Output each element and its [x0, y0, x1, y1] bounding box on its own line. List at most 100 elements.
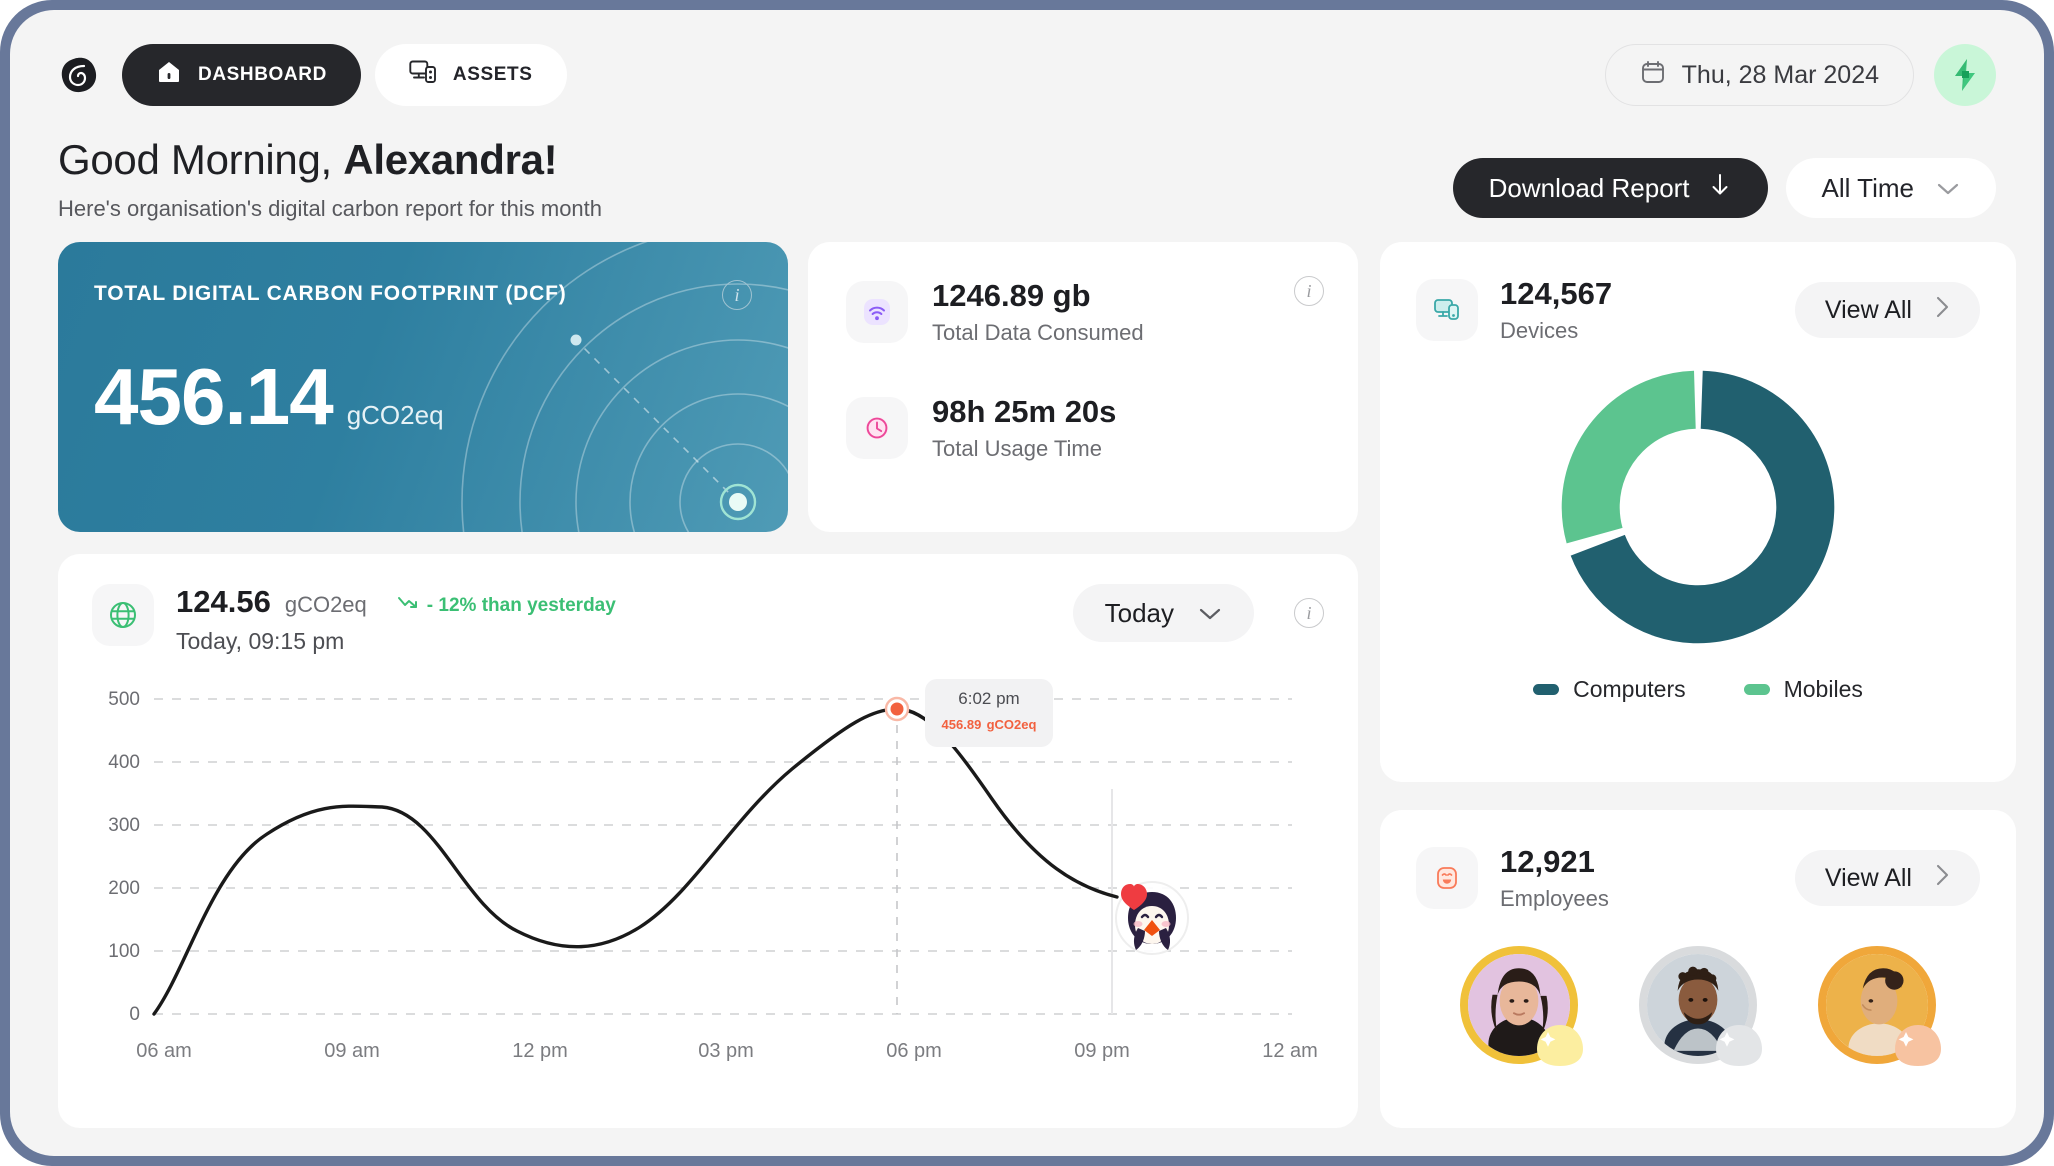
nav-label-assets: ASSETS: [452, 64, 533, 85]
chevron-down-icon: [1198, 598, 1222, 629]
date-picker-pill[interactable]: Thu, 28 Mar 2024: [1604, 44, 1914, 106]
app-window: DASHBOARD ASSETS Thu, 28 Mar 2024 Good M…: [10, 10, 2044, 1156]
dcf-value-group: 456.14 gCO2eq: [94, 357, 444, 437]
avatar-badge-icon: [1892, 1020, 1944, 1070]
dcf-value: 456.14: [94, 352, 334, 441]
chart-tooltip: 6:02 pm 456.89 gCO2eq: [925, 679, 1053, 747]
svg-text:09 am: 09 am: [324, 1040, 380, 1062]
trend-delta: - 12% than yesterday: [397, 594, 616, 618]
trend-timestamp: Today, 09:15 pm: [176, 628, 345, 654]
device-frame: DASHBOARD ASSETS Thu, 28 Mar 2024 Good M…: [0, 0, 2054, 1166]
carbon-trend-header: 124.56 gCO2eq - 12% than yesterday Today…: [92, 584, 1324, 655]
trend-value: 124.56: [176, 584, 271, 619]
info-icon[interactable]: i: [1294, 276, 1324, 306]
home-icon: [156, 59, 182, 91]
svg-text:300: 300: [108, 815, 140, 836]
devices-view-all-label: View All: [1824, 295, 1912, 324]
total-dcf-card: TOTAL DIGITAL CARBON FOOTPRINT (DCF) 456…: [58, 242, 788, 532]
stat-value: 1246.89 gb: [932, 278, 1091, 313]
dcf-unit: gCO2eq: [346, 400, 444, 430]
dcf-label: TOTAL DIGITAL CARBON FOOTPRINT (DCF): [94, 282, 567, 305]
penguin-heart-avatar-icon[interactable]: [1100, 866, 1196, 962]
greeting-prefix: Good Morning,: [58, 136, 344, 183]
svg-text:500: 500: [108, 689, 140, 710]
nav-item-assets[interactable]: ASSETS: [374, 44, 567, 106]
devices-count: 124,567: [1500, 276, 1613, 311]
arrow-down-icon: [1708, 172, 1732, 205]
time-range-value: All Time: [1821, 172, 1914, 203]
time-range-select[interactable]: All Time: [1785, 158, 1996, 218]
globe-icon: [92, 584, 154, 646]
svg-text:12 am: 12 am: [1262, 1040, 1318, 1062]
devices-view-all-button[interactable]: View All: [1794, 282, 1980, 338]
chevron-right-icon: [1934, 295, 1950, 326]
svg-text:12 pm: 12 pm: [512, 1040, 568, 1062]
nav-item-dashboard[interactable]: DASHBOARD: [122, 44, 361, 106]
trend-unit: gCO2eq: [284, 592, 367, 617]
employees-view-all-label: View All: [1824, 863, 1912, 892]
tooltip-unit: gCO2eq: [986, 717, 1037, 732]
download-report-button[interactable]: Download Report: [1452, 158, 1768, 218]
svg-text:0: 0: [129, 1004, 140, 1025]
employees-label: Employees: [1500, 886, 1609, 911]
avatar[interactable]: [1638, 946, 1762, 1066]
chart-range-value: Today: [1104, 597, 1174, 628]
stat-label: Total Usage Time: [932, 436, 1102, 461]
assets-monitor-icon: [409, 59, 437, 91]
svg-text:200: 200: [108, 878, 140, 899]
trend-delta-label: - 12% than yesterday: [426, 595, 616, 616]
device-monitor-icon: [1416, 279, 1478, 341]
devices-card: 124,567 Devices View All Computers Mobil…: [1380, 242, 2016, 782]
employees-card: 12,921 Employees View All: [1380, 810, 2016, 1128]
stat-row-data-consumed: 1246.89 gb Total Data Consumed: [846, 278, 1320, 346]
legend-label-mobiles: Mobiles: [1783, 676, 1863, 702]
greeting-name: Alexandra!: [343, 136, 558, 183]
legend-swatch-mobiles: [1743, 684, 1770, 695]
legend-swatch-computers: [1533, 684, 1560, 695]
carbon-trend-card: 124.56 gCO2eq - 12% than yesterday Today…: [58, 554, 1358, 1128]
top-navigation-bar: DASHBOARD ASSETS Thu, 28 Mar 2024: [58, 42, 1996, 108]
tooltip-time: 6:02 pm: [958, 689, 1020, 708]
calendar-icon: [1640, 59, 1666, 92]
stat-label: Total Data Consumed: [932, 320, 1144, 345]
lightning-bolt-icon[interactable]: [1934, 44, 1996, 106]
nav-label-dashboard: DASHBOARD: [198, 64, 327, 85]
clock-icon: [846, 397, 908, 459]
employees-card-header: 12,921 Employees View All: [1416, 844, 1980, 912]
top-right-controls: Thu, 28 Mar 2024: [1604, 44, 1996, 106]
avatar[interactable]: [1817, 946, 1941, 1066]
info-icon[interactable]: i: [722, 280, 752, 310]
chart-range-select[interactable]: Today: [1072, 584, 1254, 642]
avatar-badge-icon: [1713, 1020, 1765, 1070]
smiley-face-icon: [1416, 847, 1478, 909]
svg-text:09 pm: 09 pm: [1074, 1040, 1130, 1062]
devices-label: Devices: [1500, 318, 1579, 343]
devices-card-header: 124,567 Devices View All: [1416, 276, 1980, 344]
svg-text:100: 100: [108, 941, 140, 962]
devices-chart-legend: Computers Mobiles: [1416, 676, 1980, 703]
tooltip-value-group: 456.89 gCO2eq: [929, 713, 1049, 735]
date-value: Thu, 28 Mar 2024: [1681, 60, 1879, 89]
devices-donut-chart: [1416, 362, 1980, 652]
legend-label-computers: Computers: [1573, 676, 1686, 702]
avatar[interactable]: [1460, 946, 1584, 1066]
employees-view-all-button[interactable]: View All: [1794, 850, 1980, 906]
greeting-subtitle: Here's organisation's digital carbon rep…: [58, 196, 603, 221]
svg-text:400: 400: [108, 752, 140, 773]
chevron-down-icon: [1936, 173, 1960, 204]
info-icon[interactable]: i: [1294, 598, 1324, 628]
legend-item-mobiles: Mobiles: [1743, 676, 1863, 703]
nav-pill-group: DASHBOARD ASSETS: [122, 44, 567, 106]
stat-row-usage-time: 98h 25m 20s Total Usage Time: [846, 394, 1320, 462]
usage-stats-card: i 1246.89 gb Total Data Consumed 98h 25m…: [808, 242, 1358, 532]
header-action-group: Download Report All Time: [1452, 158, 1996, 218]
page-title: Good Morning, Alexandra!: [58, 136, 602, 184]
legend-item-computers: Computers: [1533, 676, 1686, 703]
stat-value: 98h 25m 20s: [932, 394, 1117, 429]
wifi-icon: [846, 281, 908, 343]
leaf-logo-icon: [58, 54, 100, 96]
svg-text:03 pm: 03 pm: [698, 1040, 754, 1062]
download-report-label: Download Report: [1488, 172, 1690, 203]
svg-text:06 pm: 06 pm: [886, 1040, 942, 1062]
svg-text:06 am: 06 am: [136, 1040, 192, 1062]
